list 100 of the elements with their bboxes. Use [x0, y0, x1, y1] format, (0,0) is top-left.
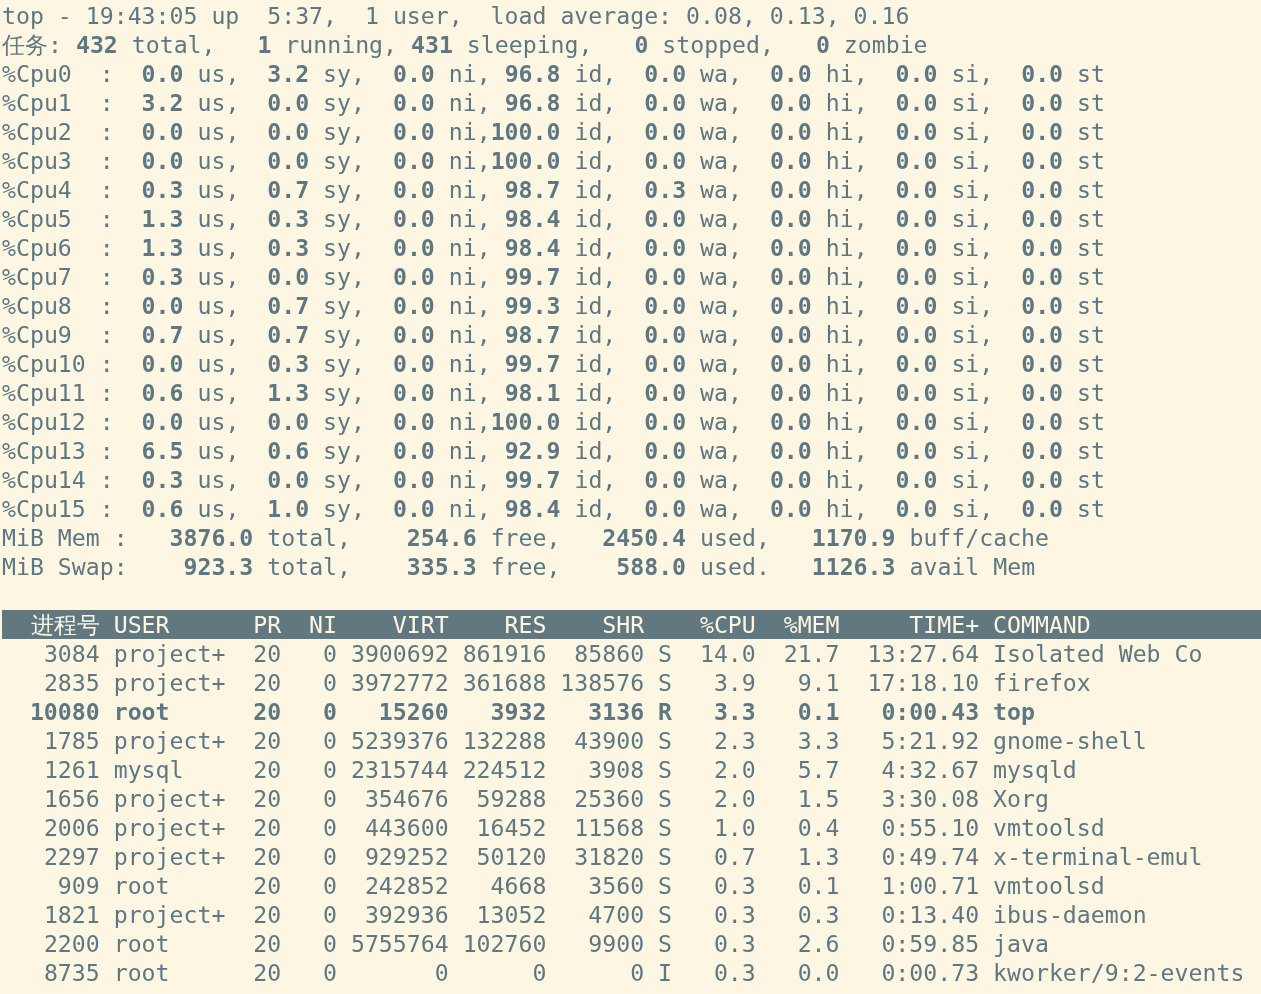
table-cell-text: 0: [322, 900, 337, 929]
table-cell-text: kworker/9:2-events: [993, 958, 1246, 987]
table-cell-text: 0:49.74: [880, 842, 980, 871]
table-cell-text: java: [993, 929, 1050, 958]
table-cell-text: 1.5: [796, 784, 840, 813]
table-cell-text: vmtoolsd: [993, 813, 1106, 842]
terminal-line: %Cpu7 : 0.3 us, 0.0 sy, 0.0 ni, 99.7 id, 0.0 wa, 0.0 hi, 0.0 si, 0.0 st: [2, 263, 1105, 290]
table-cell-text: 20: [252, 639, 282, 668]
table-cell-text: Xorg: [993, 784, 1050, 813]
column-header: %MEM: [782, 610, 840, 639]
table-cell-text: 0.3: [712, 871, 756, 900]
terminal-line: 任务: 432 total, 1 running, 431 sleeping, 0 stopped, 0 zombie: [2, 31, 928, 58]
table-cell-text: gnome-shell: [993, 726, 1148, 755]
table-cell-text: 0: [322, 958, 337, 987]
table-cell-text: I: [657, 958, 672, 987]
table-cell-text: 3.3: [796, 726, 840, 755]
table-cell: project+: [113, 842, 226, 871]
table-cell-text: 20: [252, 842, 282, 871]
table-cell-text: 20: [252, 929, 282, 958]
table-cell-text: 0.1: [796, 871, 840, 900]
table-cell-text: 3932: [489, 697, 547, 726]
column-header: %CPU: [698, 610, 756, 639]
table-cell-text: 85860: [573, 639, 645, 668]
table-cell-text: root: [113, 929, 171, 958]
table-cell-text: 1.3: [796, 842, 840, 871]
table-cell-text: S: [657, 813, 672, 842]
table-cell-text: 0: [322, 726, 337, 755]
table-cell-text: 0.0: [796, 958, 840, 987]
table-cell: project+: [113, 668, 226, 697]
table-cell-text: 5755764: [349, 929, 449, 958]
table-cell-text: 0:00.73: [880, 958, 980, 987]
table-cell-text: 2835: [42, 668, 100, 697]
table-cell-text: 4:32.67: [880, 755, 980, 784]
table-cell-text: 10080: [28, 697, 100, 726]
table-cell-text: 361688: [461, 668, 547, 697]
table-cell-text: 0.3: [712, 900, 756, 929]
table-cell-text: 3560: [587, 871, 645, 900]
table-cell-text: 1821: [42, 900, 100, 929]
table-cell-text: 0.3: [796, 900, 840, 929]
table-cell-text: 11568: [573, 813, 645, 842]
terminal-line: MiB Mem : 3876.0 total, 254.6 free, 2450.4 used, 1170.9 buff/cache: [2, 524, 1050, 551]
table-cell-text: S: [657, 842, 672, 871]
table-cell-text: 0: [322, 784, 337, 813]
terminal-line: MiB Swap: 923.3 total, 335.3 free, 588.0 used. 1126.3 avail Mem: [2, 553, 1036, 580]
terminal-line: top - 19:43:05 up 5:37, 1 user, load average: 0.08, 0.13, 0.16: [2, 2, 910, 29]
table-cell-text: 0.1: [796, 697, 840, 726]
table-cell-text: 0.3: [712, 929, 756, 958]
table-cell-text: 0:55.10: [880, 813, 980, 842]
table-cell-text: 2.3: [712, 726, 756, 755]
table-cell-text: 1261: [42, 755, 100, 784]
table-cell-text: 43900: [573, 726, 645, 755]
table-cell-text: 20: [252, 726, 282, 755]
table-cell-text: 21.7: [782, 639, 840, 668]
table-cell-text: R: [657, 697, 672, 726]
table-cell-text: S: [657, 726, 672, 755]
table-cell-text: S: [657, 639, 672, 668]
terminal-line: %Cpu13 : 6.5 us, 0.6 sy, 0.0 ni, 92.9 id, 0.0 wa, 0.0 hi, 0.0 si, 0.0 st: [2, 437, 1105, 464]
table-cell-text: 861916: [461, 639, 547, 668]
table-cell-text: 2200: [42, 929, 100, 958]
table-cell-text: 5.7: [796, 755, 840, 784]
table-cell: project+: [113, 639, 226, 668]
table-cell-text: S: [657, 668, 672, 697]
table-cell-text: 0: [322, 639, 337, 668]
table-cell-text: 13052: [475, 900, 547, 929]
table-cell-text: 20: [252, 958, 282, 987]
table-cell-text: 8735: [42, 958, 100, 987]
table-cell-text: 0: [322, 668, 337, 697]
terminal-line: %Cpu2 : 0.0 us, 0.0 sy, 0.0 ni,100.0 id, 0.0 wa, 0.0 hi, 0.0 si, 0.0 st: [2, 118, 1105, 145]
column-header: 进程号: [29, 610, 100, 639]
table-cell-text: 17:18.10: [866, 668, 980, 697]
terminal-line: %Cpu1 : 3.2 us, 0.0 sy, 0.0 ni, 96.8 id, 0.0 wa, 0.0 hi, 0.0 si, 0.0 st: [2, 89, 1105, 116]
table-cell-text: 132288: [461, 726, 547, 755]
table-cell-text: 354676: [363, 784, 449, 813]
table-cell-text: 3:30.08: [880, 784, 980, 813]
table-cell-text: 15260: [377, 697, 449, 726]
table-cell-text: 20: [252, 668, 282, 697]
table-cell-text: 2.6: [796, 929, 840, 958]
table-cell-text: 20: [252, 813, 282, 842]
terminal-line: %Cpu11 : 0.6 us, 1.3 sy, 0.0 ni, 98.1 id, 0.0 wa, 0.0 hi, 0.0 si, 0.0 st: [2, 379, 1105, 406]
terminal-line: %Cpu8 : 0.0 us, 0.7 sy, 0.0 ni, 99.3 id, 0.0 wa, 0.0 hi, 0.0 si, 0.0 st: [2, 292, 1105, 319]
table-cell-text: 0: [433, 958, 449, 987]
table-cell-text: 224512: [461, 755, 547, 784]
table-cell-text: 0:13.40: [880, 900, 980, 929]
table-cell-text: 20: [252, 755, 282, 784]
table-cell-text: 0: [322, 813, 337, 842]
table-cell-text: 0: [322, 842, 337, 871]
table-cell-text: 242852: [363, 871, 449, 900]
table-cell-text: x-terminal-emul: [993, 842, 1204, 871]
table-cell-text: 0: [629, 958, 645, 987]
table-cell: project+: [113, 813, 226, 842]
table-cell-text: 9.1: [796, 668, 840, 697]
terminal-line: %Cpu15 : 0.6 us, 1.0 sy, 0.0 ni, 98.4 id, 0.0 wa, 0.0 hi, 0.0 si, 0.0 st: [2, 495, 1105, 522]
table-cell-text: 3136: [587, 697, 645, 726]
column-header: RES: [503, 610, 547, 639]
table-cell-text: 20: [252, 871, 282, 900]
table-cell-text: S: [657, 929, 672, 958]
table-cell-text: root: [113, 958, 171, 987]
table-cell-text: 0: [322, 871, 337, 900]
table-cell-text: 0: [322, 755, 337, 784]
table-cell-text: 2.0: [712, 755, 756, 784]
